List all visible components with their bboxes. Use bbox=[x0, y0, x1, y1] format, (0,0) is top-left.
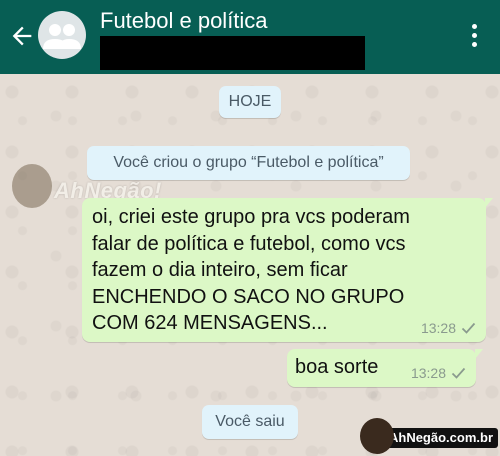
watermark-badge-text: AhNegão.com.br bbox=[384, 428, 498, 448]
message-time: 13:28 bbox=[410, 365, 446, 381]
message-text: boa sorte bbox=[295, 356, 379, 378]
message-text: oi, criei este grupo pra vcs poderam fal… bbox=[92, 204, 472, 337]
watermark-badge: AhNegão.com.br bbox=[356, 418, 500, 456]
outgoing-message[interactable]: oi, criei este grupo pra vcs poderam fal… bbox=[82, 198, 493, 342]
message-line: falar de política e futebol, como vcs bbox=[92, 232, 406, 255]
group-avatar-icon[interactable] bbox=[38, 11, 86, 59]
arrow-left-icon[interactable] bbox=[8, 22, 36, 50]
message-meta: 13:28 bbox=[421, 320, 476, 336]
single-check-icon bbox=[461, 322, 476, 334]
message-time: 13:28 bbox=[420, 320, 456, 336]
watermark-badge-face bbox=[360, 418, 394, 454]
message-line: oi, criei este grupo pra vcs poderam bbox=[92, 206, 410, 228]
watermark-face bbox=[12, 164, 52, 208]
more-vertical-icon[interactable] bbox=[472, 24, 478, 48]
message-line: COM 624 MENSAGENS... bbox=[92, 312, 328, 334]
date-chip: HOJE bbox=[219, 86, 281, 118]
group-created-notice: Você criou o grupo “Futebol e política” bbox=[87, 146, 410, 180]
redacted-subtitle bbox=[100, 36, 365, 70]
you-left-notice: Você saiu bbox=[202, 405, 298, 439]
bubble-tail bbox=[475, 349, 483, 359]
outgoing-message[interactable]: boa sorte 13:28 bbox=[287, 349, 483, 387]
chat-title[interactable]: Futebol e política bbox=[100, 8, 268, 34]
single-check-icon bbox=[451, 367, 466, 379]
message-line: fazem o dia inteiro, sem ficar bbox=[92, 259, 348, 281]
message-meta: 13:28 bbox=[411, 365, 466, 381]
bubble-tail bbox=[485, 198, 493, 208]
chat-header: Futebol e política bbox=[0, 0, 500, 74]
message-line: ENCHENDO O SACO NO GRUPO bbox=[92, 285, 405, 308]
